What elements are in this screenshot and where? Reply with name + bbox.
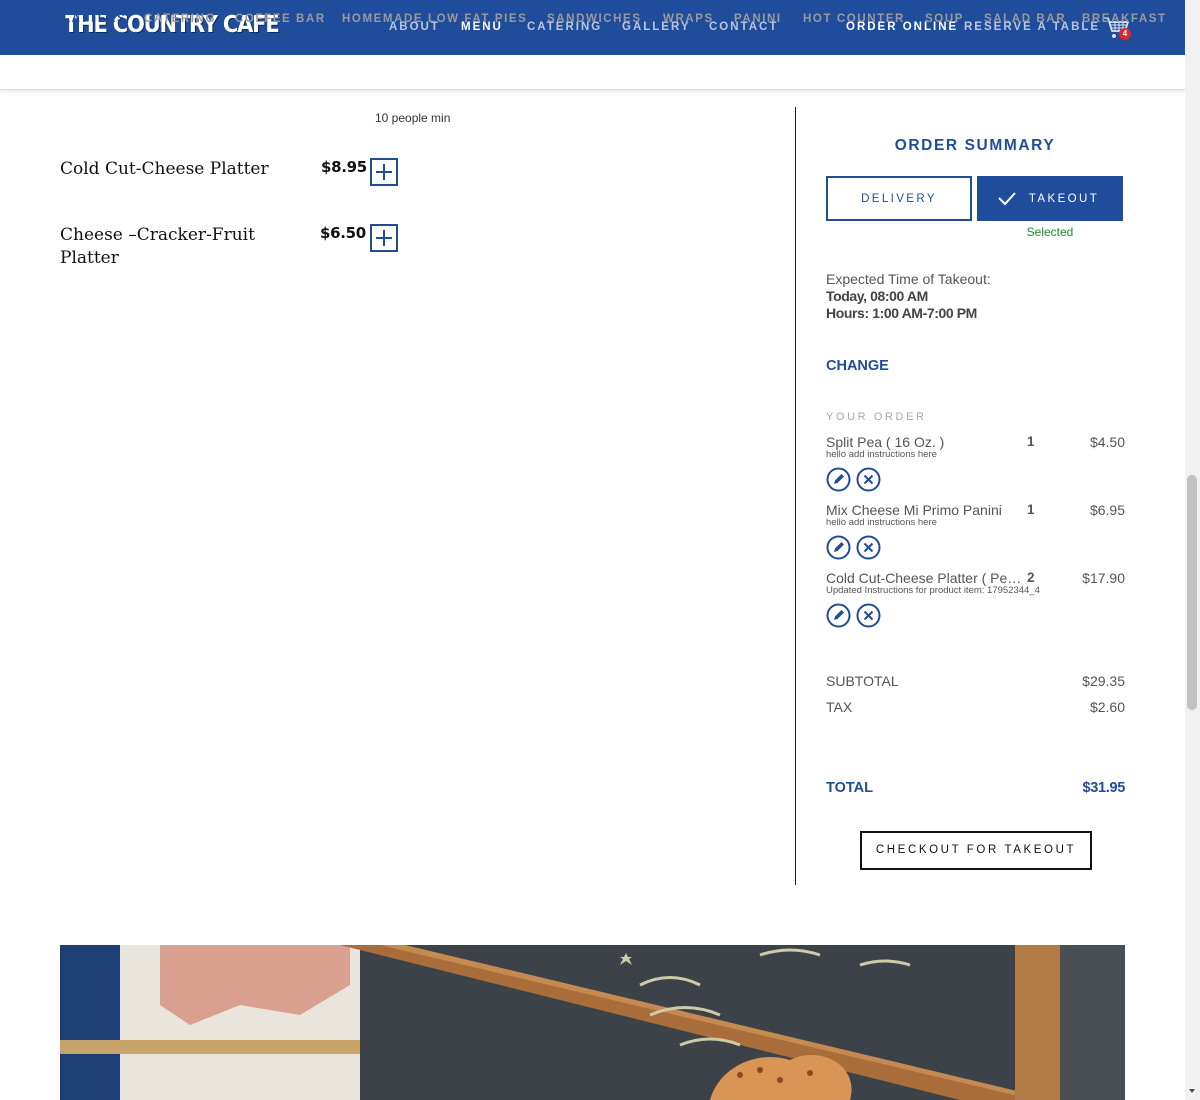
order-item-qty: 1 — [1027, 434, 1035, 449]
category-sandwiches[interactable]: SANDWICHES — [547, 13, 642, 25]
selected-indicator: Selected — [1026, 225, 1074, 239]
category-wraps[interactable]: WRAPS — [663, 13, 714, 25]
total-value: $31.95 — [1082, 780, 1125, 796]
store-hours: Hours: 1:00 AM-7:00 PM — [826, 305, 977, 321]
product-price: $8.95 — [321, 158, 367, 176]
column-divider — [795, 107, 796, 885]
your-order-heading: YOUR ORDER — [826, 411, 927, 423]
order-item-name: Cold Cut-Cheese Platter ( Per Person ) — [826, 570, 1024, 586]
category-bar — [0, 55, 1185, 90]
category-homemade-low-fat-pies[interactable]: HOMEMADE LOW FAT PIES — [342, 13, 527, 25]
category-catering[interactable]: CATERING — [144, 13, 216, 25]
order-item-price: $17.90 — [1082, 570, 1125, 586]
tax-label: TAX — [826, 699, 853, 715]
close-icon[interactable] — [856, 535, 881, 560]
order-item-note: hello add instructions here — [826, 449, 937, 460]
scrollbar-thumb[interactable] — [1187, 475, 1197, 710]
tax-value: $2.60 — [1089, 699, 1125, 715]
category-panini[interactable]: PANINI — [734, 13, 782, 25]
pencil-icon[interactable] — [826, 467, 851, 492]
category-coffee-bar[interactable]: COFFEE BAR — [235, 13, 326, 25]
close-icon[interactable] — [856, 467, 881, 492]
change-time-link[interactable]: CHANGE — [826, 358, 889, 374]
category-breakfast[interactable]: BREAKFAST — [1082, 13, 1167, 25]
total-label: TOTAL — [826, 780, 873, 796]
add-to-order-button[interactable] — [370, 158, 398, 186]
pencil-icon[interactable] — [826, 603, 851, 628]
expected-time-value: Today, 08:00 AM — [826, 288, 928, 304]
order-item-name: Mix Cheese Mi Primo Panini — [826, 502, 1002, 518]
expected-time-label: Expected Time of Takeout: — [826, 271, 991, 287]
subtotal-label: SUBTOTAL — [826, 673, 899, 689]
category-soup[interactable]: SOUP — [925, 13, 964, 25]
pencil-icon[interactable] — [826, 535, 851, 560]
cart-count-badge: 4 — [1119, 28, 1131, 40]
order-summary-title: ORDER SUMMARY — [894, 137, 1056, 154]
scroll-down-arrow-icon[interactable] — [1189, 1089, 1195, 1093]
minimum-people-note: 10 people min — [375, 111, 451, 125]
checkout-button[interactable]: CHECKOUT FOR TAKEOUT — [860, 831, 1092, 870]
add-to-order-button[interactable] — [370, 224, 398, 252]
order-item-name: Split Pea ( 16 Oz. ) — [826, 434, 945, 450]
product-name: Cold Cut-Cheese Platter — [60, 159, 269, 179]
cafe-photo — [60, 945, 1125, 1100]
category-party-platters[interactable]: PARTY PLATTERS — [3, 13, 126, 25]
order-item-note: hello add instructions here — [826, 517, 937, 528]
order-item-qty: 1 — [1027, 502, 1035, 517]
order-item-price: $6.95 — [1089, 502, 1125, 518]
product-name: Cheese –Cracker-Fruit Platter — [60, 225, 255, 268]
close-icon[interactable] — [856, 603, 881, 628]
subtotal-value: $29.35 — [1082, 673, 1125, 689]
category-salad-bar[interactable]: SALAD BAR — [984, 13, 1066, 25]
checkmark-icon — [998, 192, 1016, 206]
category-hot-counter[interactable]: HOT COUNTER — [803, 13, 905, 25]
delivery-option-button[interactable]: DELIVERY — [826, 176, 972, 221]
order-item-note: Updated Instructions for product item: 1… — [826, 585, 1040, 596]
order-item-qty: 2 — [1027, 570, 1035, 585]
product-price: $6.50 — [320, 224, 366, 242]
order-item-price: $4.50 — [1089, 434, 1125, 450]
